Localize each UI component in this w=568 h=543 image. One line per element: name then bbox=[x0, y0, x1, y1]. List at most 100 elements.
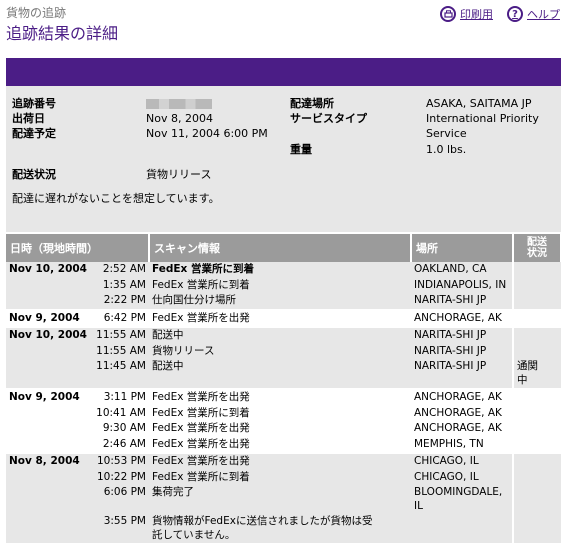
delivery-value: Nov 11, 2004 6:00 PM bbox=[146, 127, 268, 140]
row-location: INDIANAPOLIS, IN bbox=[411, 277, 513, 293]
row-scan: 貨物リリース bbox=[149, 343, 411, 359]
service-type-label: サービスタイプ bbox=[290, 112, 367, 125]
row-scan: 仕向国仕分け場所 bbox=[149, 293, 411, 310]
header-location: 場所 bbox=[411, 234, 514, 262]
row-time: 10:53 PM bbox=[91, 452, 149, 470]
row-date bbox=[6, 514, 91, 543]
table-row: Nov 9, 2004 3:11 PM FedEx 営業所を出発 ANCHORAGE,… bbox=[6, 388, 561, 406]
row-time: 9:30 AM bbox=[91, 421, 149, 437]
table-row: Nov 9, 2004 6:42 PM FedEx 営業所を出発 ANCHORAGE,… bbox=[6, 308, 561, 327]
row-status bbox=[512, 262, 561, 278]
row-location bbox=[411, 514, 513, 543]
tracking-number-value bbox=[146, 97, 212, 110]
row-status bbox=[512, 277, 561, 293]
row-scan: FedEx 営業所に到着 bbox=[149, 262, 411, 278]
header-status: 配送 状況 bbox=[513, 234, 562, 262]
table-row: Nov 8, 2004 10:53 PM FedEx 営業所を出発 CHICAGO, … bbox=[6, 452, 561, 470]
table-row: Nov 10, 2004 2:52 AM FedEx 営業所に到着 OAKLAND, … bbox=[6, 262, 561, 278]
weight-label: 重量 bbox=[290, 143, 312, 156]
row-time: 2:52 AM bbox=[91, 262, 149, 278]
table-row: Nov 10, 2004 11:55 AM 配送中 NARITA-SHI JP bbox=[6, 326, 561, 344]
row-date bbox=[6, 469, 91, 485]
scan-table-body: Nov 10, 2004 2:52 AM FedEx 営業所に到着 OAKLAND, … bbox=[6, 262, 561, 543]
row-date bbox=[6, 421, 91, 437]
ship-date-value: Nov 8, 2004 bbox=[146, 112, 213, 125]
header-bar bbox=[6, 58, 561, 86]
printer-icon bbox=[440, 6, 456, 22]
summary-panel: 追跡番号 出荷日 Nov 8, 2004 配達予定 Nov 11, 2004 6… bbox=[6, 86, 561, 232]
row-location: BLOOMINGDALE, IL bbox=[411, 485, 513, 514]
weight-value: 1.0 lbs. bbox=[426, 143, 467, 156]
row-location: ANCHORAGE, AK bbox=[411, 405, 513, 421]
row-date: Nov 9, 2004 bbox=[6, 388, 91, 406]
help-icon: ? bbox=[507, 6, 523, 22]
delivery-status-label: 配送状況 bbox=[12, 168, 56, 181]
destination-label: 配達場所 bbox=[290, 97, 334, 110]
table-row: 10:41 AM FedEx 営業所に到着 ANCHORAGE, AK bbox=[6, 405, 561, 421]
row-status: 通関中 bbox=[512, 359, 561, 389]
row-location: ANCHORAGE, AK bbox=[411, 308, 513, 327]
help-link[interactable]: ? ヘルプ bbox=[507, 6, 560, 22]
table-row: 3:55 PM 貨物情報がFedExに送信されましたが貨物は受 託していません。 bbox=[6, 514, 561, 543]
row-time: 2:22 PM bbox=[91, 293, 149, 310]
table-row: 9:30 AM FedEx 営業所を出発 ANCHORAGE, AK bbox=[6, 421, 561, 437]
row-date bbox=[6, 436, 91, 453]
row-time: 1:35 AM bbox=[91, 277, 149, 293]
row-date: Nov 10, 2004 bbox=[6, 262, 91, 278]
service-type-value-line2: Service bbox=[426, 127, 467, 140]
row-date: Nov 9, 2004 bbox=[6, 308, 91, 327]
row-location: ANCHORAGE, AK bbox=[411, 388, 513, 406]
row-time: 2:46 AM bbox=[91, 436, 149, 453]
row-scan: FedEx 営業所を出発 bbox=[149, 452, 411, 470]
table-row: 6:06 PM 集荷完了 BLOOMINGDALE, IL bbox=[6, 485, 561, 514]
print-link[interactable]: 印刷用 bbox=[440, 6, 493, 22]
header-datetime: 日時（現地時間） bbox=[6, 234, 150, 262]
help-label: ヘルプ bbox=[527, 8, 560, 21]
row-scan: FedEx 営業所を出発 bbox=[149, 308, 411, 327]
row-scan: FedEx 営業所を出発 bbox=[149, 436, 411, 453]
row-location: MEMPHIS, TN bbox=[411, 436, 513, 453]
row-status bbox=[512, 308, 561, 327]
row-status bbox=[512, 293, 561, 310]
top-links: 印刷用 ? ヘルプ bbox=[440, 6, 560, 22]
row-time: 3:11 PM bbox=[91, 388, 149, 406]
row-date bbox=[6, 293, 91, 310]
row-location: CHICAGO, IL bbox=[411, 452, 513, 470]
delivery-note: 配達に遅れがないことを想定しています。 bbox=[12, 192, 220, 205]
row-location: ANCHORAGE, AK bbox=[411, 421, 513, 437]
row-location: OAKLAND, CA bbox=[411, 262, 513, 278]
row-date: Nov 8, 2004 bbox=[6, 452, 91, 470]
delivery-status-value: 貨物リリース bbox=[146, 168, 212, 181]
table-row: 10:22 PM FedEx 営業所に到着 CHICAGO, IL bbox=[6, 469, 561, 485]
print-label: 印刷用 bbox=[460, 8, 493, 21]
row-time: 3:55 PM bbox=[91, 514, 149, 543]
tracking-number-label: 追跡番号 bbox=[12, 97, 56, 110]
row-status bbox=[512, 326, 561, 344]
row-status bbox=[512, 388, 561, 406]
row-status bbox=[512, 469, 561, 485]
row-time: 10:41 AM bbox=[91, 405, 149, 421]
row-status bbox=[512, 514, 561, 543]
row-location: NARITA-SHI JP bbox=[411, 343, 513, 359]
row-scan: FedEx 営業所に到着 bbox=[149, 469, 411, 485]
row-date bbox=[6, 277, 91, 293]
row-location: NARITA-SHI JP bbox=[411, 326, 513, 344]
row-time: 11:45 AM bbox=[91, 359, 149, 389]
row-scan: FedEx 営業所を出発 bbox=[149, 421, 411, 437]
row-scan: FedEx 営業所に到着 bbox=[149, 277, 411, 293]
ship-date-label: 出荷日 bbox=[12, 112, 45, 125]
breadcrumb: 貨物の追跡 bbox=[6, 6, 67, 20]
row-date bbox=[6, 359, 91, 389]
row-location: CHICAGO, IL bbox=[411, 469, 513, 485]
header-scan: スキャン情報 bbox=[149, 234, 412, 262]
scan-table: 日時（現地時間） スキャン情報 場所 配送 状況 Nov 10, 2004 2:52… bbox=[6, 234, 562, 543]
row-time: 11:55 AM bbox=[91, 326, 149, 344]
row-date: Nov 10, 2004 bbox=[6, 326, 91, 344]
row-date bbox=[6, 343, 91, 359]
page-title: 追跡結果の詳細 bbox=[6, 24, 119, 43]
destination-value: ASAKA, SAITAMA JP bbox=[426, 97, 532, 110]
row-time: 10:22 PM bbox=[91, 469, 149, 485]
row-location: NARITA-SHI JP bbox=[411, 359, 513, 389]
row-status bbox=[512, 405, 561, 421]
row-status bbox=[512, 485, 561, 514]
